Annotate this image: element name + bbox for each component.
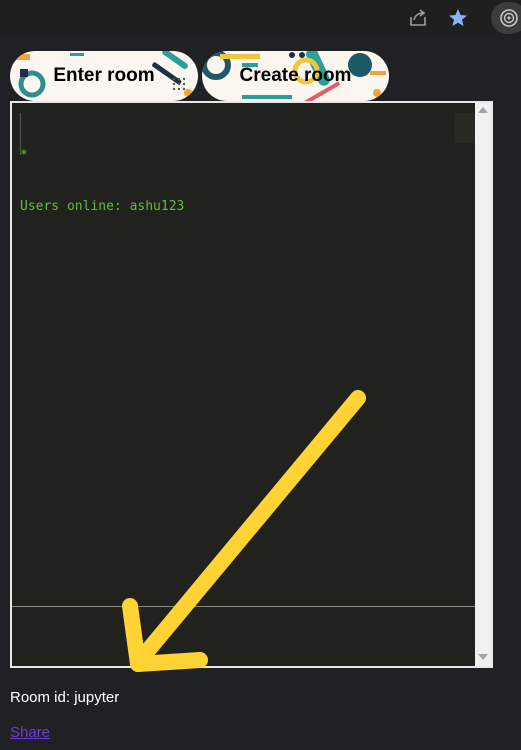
scroll-down-arrow-icon[interactable] [478,654,488,660]
enter-room-button[interactable]: Enter room [10,51,198,101]
browser-toolbar [0,0,521,36]
page: Enter room Create room * Users online: a… [0,0,521,750]
terminal-scrollbar[interactable] [475,103,491,666]
room-id-label: Room id: jupyter [10,689,120,706]
star-icon[interactable] [446,6,470,30]
terminal-output: * Users online: ashu123 [20,113,184,249]
terminal-line-prompt: * [20,148,28,163]
share-link[interactable]: Share [10,724,50,741]
share-icon[interactable] [406,6,430,30]
create-room-label: Create room [239,65,352,86]
scroll-up-arrow-icon[interactable] [478,107,488,113]
terminal-line-users-online: Users online: ashu123 [20,199,185,214]
enter-room-label: Enter room [53,65,155,86]
terminal-input-divider [12,606,491,607]
create-room-button[interactable]: Create room [202,51,389,101]
profile-icon[interactable] [491,2,521,34]
chat-terminal[interactable]: * Users online: ashu123 [10,101,493,668]
